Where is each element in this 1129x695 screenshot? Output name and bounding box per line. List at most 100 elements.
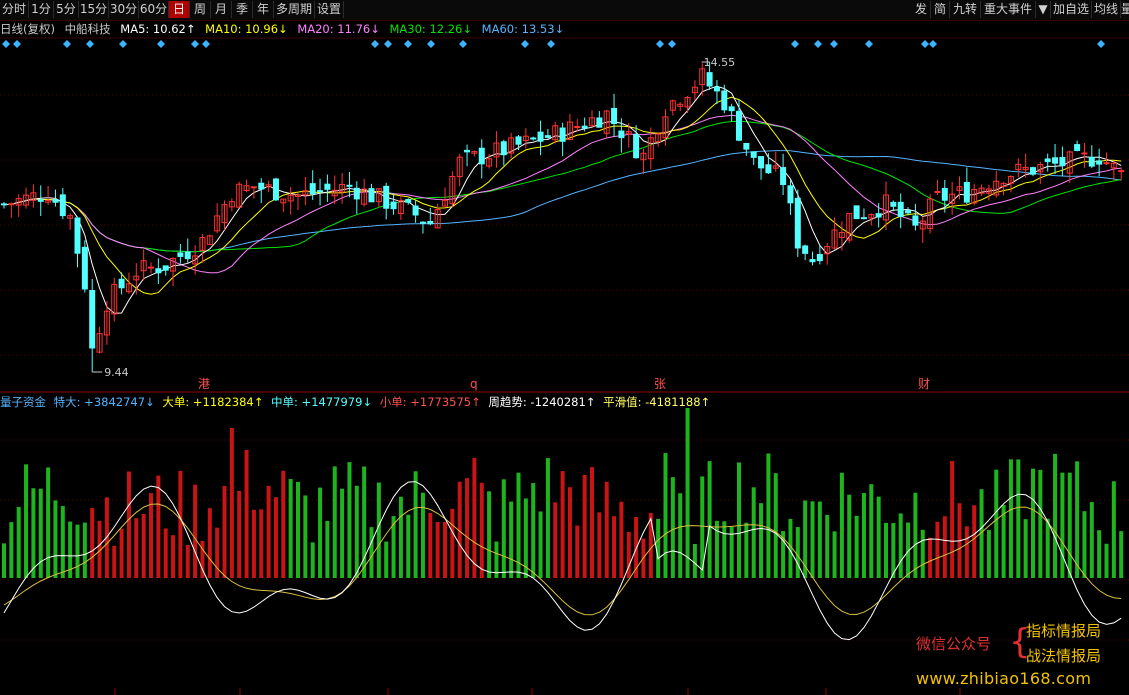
event-marker-2: 张 (654, 377, 666, 391)
period-button-20[interactable]: 量 (1121, 1, 1129, 18)
candle-body (243, 185, 250, 192)
period-button-13[interactable]: 发 (912, 1, 931, 18)
flow-bar (656, 518, 661, 578)
flow-bar (590, 467, 594, 578)
candle-body (780, 167, 787, 186)
flow-bar (46, 467, 51, 578)
flow-bar (957, 503, 962, 578)
candle-body (265, 184, 272, 188)
flow-bar (2, 543, 6, 578)
flow-bar (1001, 504, 1006, 578)
ma10-value: MA10: 10.96↓ (205, 22, 288, 36)
flow-bar (648, 512, 653, 578)
flow-bar (60, 506, 65, 578)
period-button-7[interactable]: 周 (190, 1, 211, 18)
candle-body (838, 232, 845, 238)
flow-bar (325, 520, 330, 578)
teda-value: 特大: +3842747↓ (53, 395, 155, 409)
period-button-9[interactable]: 季 (232, 1, 253, 18)
candle-body (74, 217, 81, 254)
flow-bar (413, 471, 418, 578)
candle-body (500, 141, 507, 156)
event-diamond-icon (202, 40, 210, 48)
flow-bar (134, 518, 139, 578)
candle-body (339, 183, 346, 193)
flow-bar (207, 508, 212, 578)
flow-bar (273, 497, 278, 578)
indicator-info-bar: 量子资金 特大: +3842747↓ 大单: +1182384↑ 中单: +14… (0, 394, 714, 410)
period-button-1[interactable]: 1分 (29, 1, 54, 18)
flow-bar (678, 493, 683, 578)
flow-bar (1104, 543, 1109, 578)
candle-body (309, 183, 316, 195)
flow-bar (531, 483, 536, 578)
candle-body (941, 187, 948, 201)
flow-bar (369, 527, 374, 578)
period-button-18[interactable]: 加自选 (1051, 1, 1092, 18)
period-button-8[interactable]: 月 (211, 1, 232, 18)
flow-bar (1016, 459, 1021, 578)
flow-bar (119, 528, 124, 578)
flow-bar (171, 535, 176, 578)
period-button-4[interactable]: 30分 (109, 1, 139, 18)
candle-body (1088, 156, 1095, 167)
flow-bar (178, 470, 183, 578)
period-button-11[interactable]: 多周期 (274, 1, 315, 18)
period-button-16[interactable]: 重大事件 (981, 1, 1036, 18)
candle-body (934, 191, 941, 194)
candle-body (640, 152, 647, 161)
candle-body (816, 253, 823, 262)
flow-bar (612, 516, 617, 578)
period-button-17[interactable]: ▼ (1036, 1, 1051, 18)
candle-body (81, 246, 88, 290)
candle-body (118, 278, 125, 289)
flow-bar (281, 470, 286, 578)
period-button-6[interactable]: 日 (169, 1, 190, 18)
flow-bar (494, 541, 499, 578)
flow-bar (795, 527, 800, 578)
flow-bar (994, 469, 999, 578)
ma10-line (3, 96, 1122, 295)
candle-body (713, 86, 720, 92)
candle-body (706, 72, 713, 87)
candle-body (765, 164, 772, 174)
flow-bar (53, 500, 58, 578)
flow-bar (582, 474, 587, 578)
candle-body (133, 275, 140, 281)
candle-body (611, 107, 618, 124)
flow-bar (634, 516, 639, 578)
candle-body (846, 212, 853, 241)
period-button-10[interactable]: 年 (253, 1, 274, 18)
flow-bar (604, 481, 609, 578)
period-button-12[interactable]: 设置 (315, 1, 344, 18)
flow-bar (1053, 453, 1058, 578)
flow-bar (193, 484, 198, 578)
event-diamond-icon (547, 40, 555, 48)
kline-chart[interactable]: 14.55 9.44 港 q 张 财 (0, 0, 1129, 695)
candle-body (905, 210, 912, 214)
candle-body (515, 136, 522, 145)
candle-body (1110, 162, 1117, 169)
period-button-19[interactable]: 均线 (1092, 1, 1121, 18)
candle-body (647, 137, 654, 160)
candle-body (287, 194, 294, 202)
period-button-2[interactable]: 5分 (54, 1, 79, 18)
flow-bar (641, 538, 646, 578)
candle-body (486, 158, 493, 167)
flow-bar (1060, 472, 1065, 578)
period-button-5[interactable]: 60分 (139, 1, 169, 18)
period-button-14[interactable]: 简 (931, 1, 950, 18)
flow-bar (472, 458, 477, 578)
period-button-15[interactable]: 九转 (950, 1, 981, 18)
period-button-3[interactable]: 15分 (79, 1, 109, 18)
candle-body (199, 237, 206, 251)
candle-body (140, 260, 147, 272)
flow-bar (141, 513, 146, 578)
flow-bar (986, 530, 991, 578)
period-button-0[interactable]: 分时 (0, 1, 29, 18)
flow-bar (244, 449, 249, 578)
candle-body (1007, 176, 1014, 184)
flow-bar (979, 489, 984, 578)
candle-body (8, 203, 15, 206)
ma-info-bar: 日线(复权) 中船科技 MA5: 10.62↑ MA10: 10.96↓ MA2… (0, 21, 570, 37)
